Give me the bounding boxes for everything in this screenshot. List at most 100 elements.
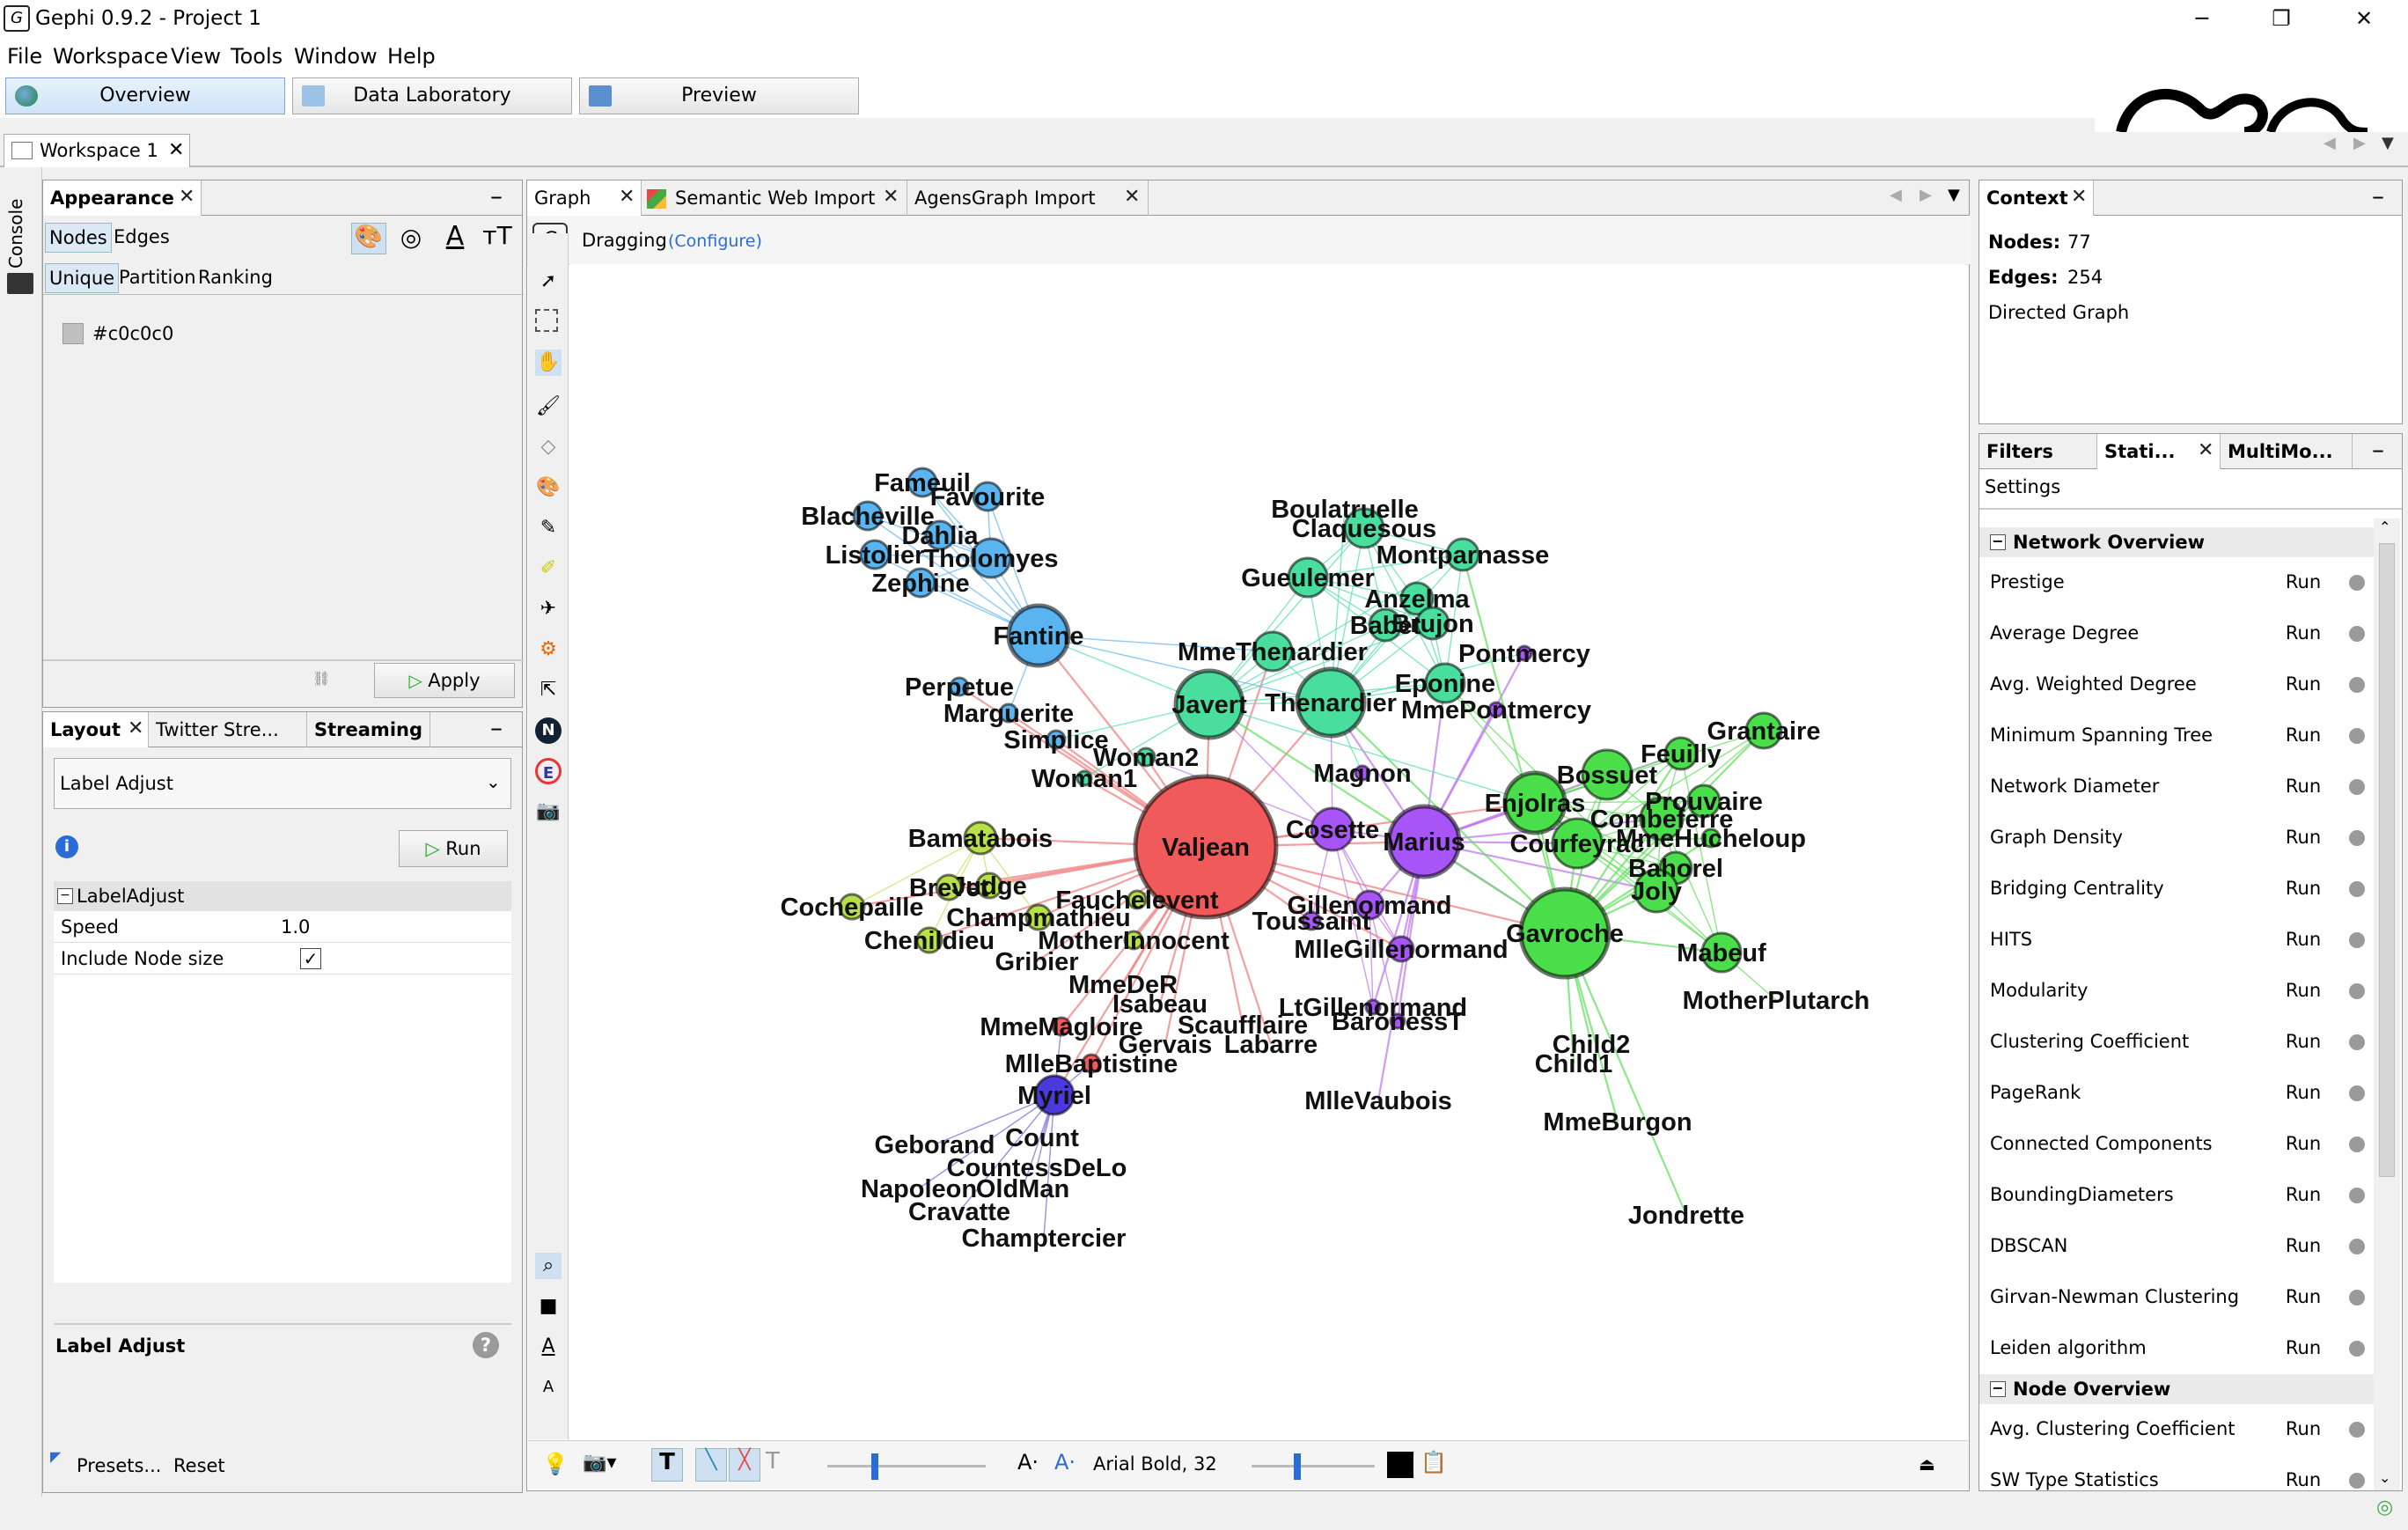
statistic-run-button[interactable]: Run xyxy=(2279,1179,2328,1210)
statistic-run-button[interactable]: Run xyxy=(2279,770,2328,802)
menu-tools[interactable]: Tools xyxy=(231,44,283,69)
context-minimize-icon[interactable]: – xyxy=(2372,180,2384,212)
menu-view[interactable]: View xyxy=(171,44,221,69)
gear-icon[interactable]: ⚙ xyxy=(535,636,562,663)
lightbulb-icon[interactable]: 💡 xyxy=(542,1452,569,1476)
appearance-minimize-icon[interactable]: – xyxy=(490,180,503,212)
edges-tab[interactable]: Edges xyxy=(110,223,173,253)
shortest-path-icon[interactable]: ⇱ xyxy=(535,677,562,703)
menu-window[interactable]: Window xyxy=(294,44,378,69)
e-plugin-icon[interactable]: E xyxy=(535,758,562,784)
workspace-tab[interactable]: Workspace 1 ✕ xyxy=(4,134,190,167)
overview-button[interactable]: Overview xyxy=(5,77,285,114)
partition-tab[interactable]: Partition xyxy=(115,263,200,291)
statistic-report-icon[interactable] xyxy=(2349,575,2365,591)
collapse-icon[interactable]: − xyxy=(57,888,73,904)
section-header[interactable]: − Network Overview xyxy=(1979,527,2393,557)
collapse-icon[interactable]: − xyxy=(1990,1381,2006,1397)
font-size-icon[interactable]: A· xyxy=(1017,1450,1039,1475)
collapse-icon[interactable]: − xyxy=(1990,534,2006,550)
font-label[interactable]: Arial Bold, 32 xyxy=(1093,1453,1217,1475)
graph-tab-close-icon[interactable]: ✕ xyxy=(619,180,635,214)
statistic-report-icon[interactable] xyxy=(2349,932,2365,948)
layout-close-icon[interactable]: ✕ xyxy=(128,712,143,746)
show-labels-toggle[interactable]: T xyxy=(651,1448,683,1482)
statistic-report-icon[interactable] xyxy=(2349,677,2365,693)
statistic-run-button[interactable]: Run xyxy=(2279,821,2328,853)
statistic-report-icon[interactable] xyxy=(2349,779,2365,795)
configure-link[interactable]: (Configure) xyxy=(668,232,762,251)
reset-link[interactable]: Reset xyxy=(173,1455,225,1476)
clipboard-icon[interactable]: 📋 xyxy=(1421,1450,1447,1475)
include-node-size-checkbox[interactable]: ✓ xyxy=(300,948,321,969)
presets-link[interactable]: Presets... xyxy=(77,1455,161,1476)
scroll-down-icon[interactable]: ⌄ xyxy=(2379,1469,2390,1486)
console-icon[interactable] xyxy=(7,273,33,294)
appearance-close-icon[interactable]: ✕ xyxy=(179,180,195,214)
statistic-report-icon[interactable] xyxy=(2349,626,2365,642)
statistic-report-icon[interactable] xyxy=(2349,1085,2365,1101)
statistic-run-button[interactable]: Run xyxy=(2279,668,2328,700)
size-icon[interactable]: ◎ xyxy=(393,223,429,254)
color-palette-icon[interactable]: 🎨 xyxy=(351,223,386,254)
statistic-report-icon[interactable] xyxy=(2349,830,2365,846)
appearance-tab[interactable]: Appearance ✕ xyxy=(43,180,202,216)
data-laboratory-button[interactable]: Data Laboratory xyxy=(292,77,572,114)
statistic-report-icon[interactable] xyxy=(2349,1188,2365,1203)
statistic-report-icon[interactable] xyxy=(2349,1136,2365,1152)
nodes-tab[interactable]: Nodes xyxy=(45,223,112,253)
stats-scrollbar[interactable]: ⌃ ⌄ xyxy=(2374,519,2400,1490)
context-tab[interactable]: Context ✕ xyxy=(1979,180,2094,216)
show-edges-toggle[interactable]: ╲ xyxy=(695,1448,727,1482)
drag-hand-icon[interactable]: ✋ xyxy=(535,349,562,376)
console-tab[interactable]: Console xyxy=(5,194,35,273)
diamond-icon[interactable]: ◇ xyxy=(535,434,562,460)
camera-icon[interactable]: 📷 xyxy=(535,798,562,825)
speed-value[interactable]: 1.0 xyxy=(281,916,310,938)
statistic-run-button[interactable]: Run xyxy=(2279,872,2328,904)
edge-scale-slider[interactable] xyxy=(827,1465,986,1467)
label-color-swatch[interactable] xyxy=(1387,1452,1413,1478)
statistic-report-icon[interactable] xyxy=(2349,983,2365,999)
statistic-run-button[interactable]: Run xyxy=(2279,1281,2328,1313)
settings-link[interactable]: Settings xyxy=(1985,476,2060,497)
chain-link-icon[interactable]: ⛓ xyxy=(312,670,330,687)
tab-scroll-left-icon[interactable]: ◀ xyxy=(2324,134,2336,152)
label-color-reset-icon[interactable]: A xyxy=(535,1334,562,1360)
multimode-tab[interactable]: MultiMo... xyxy=(2221,434,2353,469)
preview-button[interactable]: Preview xyxy=(579,77,859,114)
statistic-report-icon[interactable] xyxy=(2349,1239,2365,1254)
statistic-report-icon[interactable] xyxy=(2349,728,2365,744)
statistic-run-button[interactable]: Run xyxy=(2279,923,2328,955)
agensgraph-close-icon[interactable]: ✕ xyxy=(1124,180,1140,214)
statistic-run-button[interactable]: Run xyxy=(2279,1077,2328,1108)
scrollbar-thumb[interactable] xyxy=(2379,543,2395,1177)
edge-color-toggle[interactable]: ╳ xyxy=(729,1448,760,1482)
stats-minimize-icon[interactable]: – xyxy=(2372,434,2384,466)
help-icon[interactable]: ? xyxy=(473,1332,499,1358)
statistics-tab[interactable]: Stati... ✕ xyxy=(2097,434,2221,469)
statistic-run-button[interactable]: Run xyxy=(2279,975,2328,1006)
restore-button[interactable]: ❐ xyxy=(2246,0,2316,37)
font-color-icon[interactable]: A· xyxy=(1054,1450,1076,1475)
semantic-web-close-icon[interactable]: ✕ xyxy=(883,180,899,214)
neo4j-icon[interactable]: N xyxy=(535,717,562,744)
zoom-fit-icon[interactable]: ⌕ xyxy=(535,1253,562,1279)
graph-tab[interactable]: Graph ✕ xyxy=(527,180,642,216)
statistic-run-button[interactable]: Run xyxy=(2279,1464,2328,1490)
scroll-up-icon[interactable]: ⌃ xyxy=(2379,519,2390,535)
statistic-report-icon[interactable] xyxy=(2349,881,2365,897)
reset-colors-icon[interactable]: ■ xyxy=(535,1293,562,1320)
graph-tab-list-icon[interactable]: ▼ xyxy=(1948,186,1960,204)
painter-icon[interactable]: 🎨 xyxy=(535,474,562,501)
label-size-reset-icon[interactable]: A xyxy=(535,1374,562,1401)
statistic-run-button[interactable]: Run xyxy=(2279,566,2328,598)
apply-button[interactable]: ▷ Apply xyxy=(374,663,515,698)
select-arrow-icon[interactable]: ➚ xyxy=(535,268,562,295)
update-notification-icon[interactable]: ◎ xyxy=(2376,1497,2393,1519)
filters-tab[interactable]: Filters xyxy=(1979,434,2097,469)
color-swatch[interactable] xyxy=(62,323,84,344)
statistic-run-button[interactable]: Run xyxy=(2279,617,2328,649)
statistic-report-icon[interactable] xyxy=(2349,1341,2365,1357)
menu-file[interactable]: File xyxy=(7,44,42,69)
